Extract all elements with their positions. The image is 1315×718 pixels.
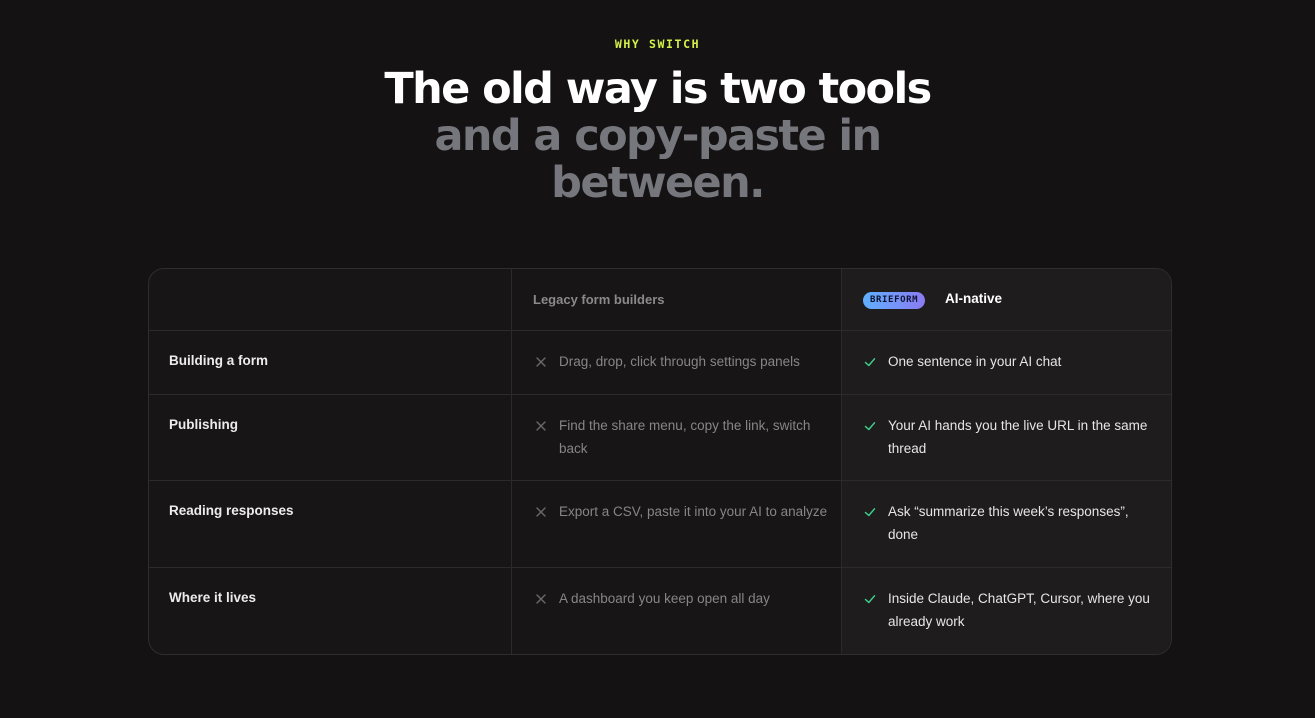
x-icon [536,594,546,604]
check-icon [864,508,876,517]
x-icon [536,507,546,517]
legacy-cell: Export a CSV, paste it into your AI to a… [559,504,828,519]
header-ai-native: AI-native [945,291,1003,306]
check-icon [864,422,876,431]
headline-line-1: The old way is two tools [384,64,932,114]
comparison-table: Legacy form builders BRIEFORM AI-native … [148,268,1172,655]
row-label: Building a form [169,353,268,368]
ai-native-cell: One sentence in your AI chat [888,354,1062,369]
table-header-row: Legacy form builders BRIEFORM AI-native [149,269,1171,330]
legacy-cell: A dashboard you keep open all day [559,591,770,606]
why-switch-section: WHY SWITCH The old way is two tools and … [0,0,1315,718]
ai-native-cell: Inside Claude, ChatGPT, Cursor, where yo… [888,591,1150,629]
check-icon [864,595,876,604]
headline-line-3: between. [551,158,765,208]
row-label: Where it lives [169,590,257,605]
header-legacy-form-builders: Legacy form builders [533,292,665,307]
section-eyebrow: WHY SWITCH [614,37,701,51]
row-label: Reading responses [169,503,294,518]
headline-line-2: and a copy-paste in [434,111,882,161]
table-row: Publishing Find the share menu, copy the… [149,394,1171,480]
x-icon [536,357,546,367]
table-row: Building a form Drag, drop, click throug… [149,330,1171,394]
table-row: Reading responses Export a CSV, paste it… [149,480,1171,567]
table-row: Where it lives A dashboard you keep open… [149,567,1171,654]
legacy-cell: Find the share menu, copy the link, swit… [559,418,811,456]
x-icon [536,421,546,431]
row-label: Publishing [169,417,238,432]
check-icon [864,358,876,367]
section-headline: The old way is two tools and a copy-past… [0,66,1315,207]
brieform-badge: BRIEFORM [863,292,926,309]
ai-native-cell: Your AI hands you the live URL in the sa… [888,418,1148,456]
ai-native-cell: Ask “summarize this week’s responses”, d… [888,504,1129,542]
legacy-cell: Drag, drop, click through settings panel… [559,354,800,369]
